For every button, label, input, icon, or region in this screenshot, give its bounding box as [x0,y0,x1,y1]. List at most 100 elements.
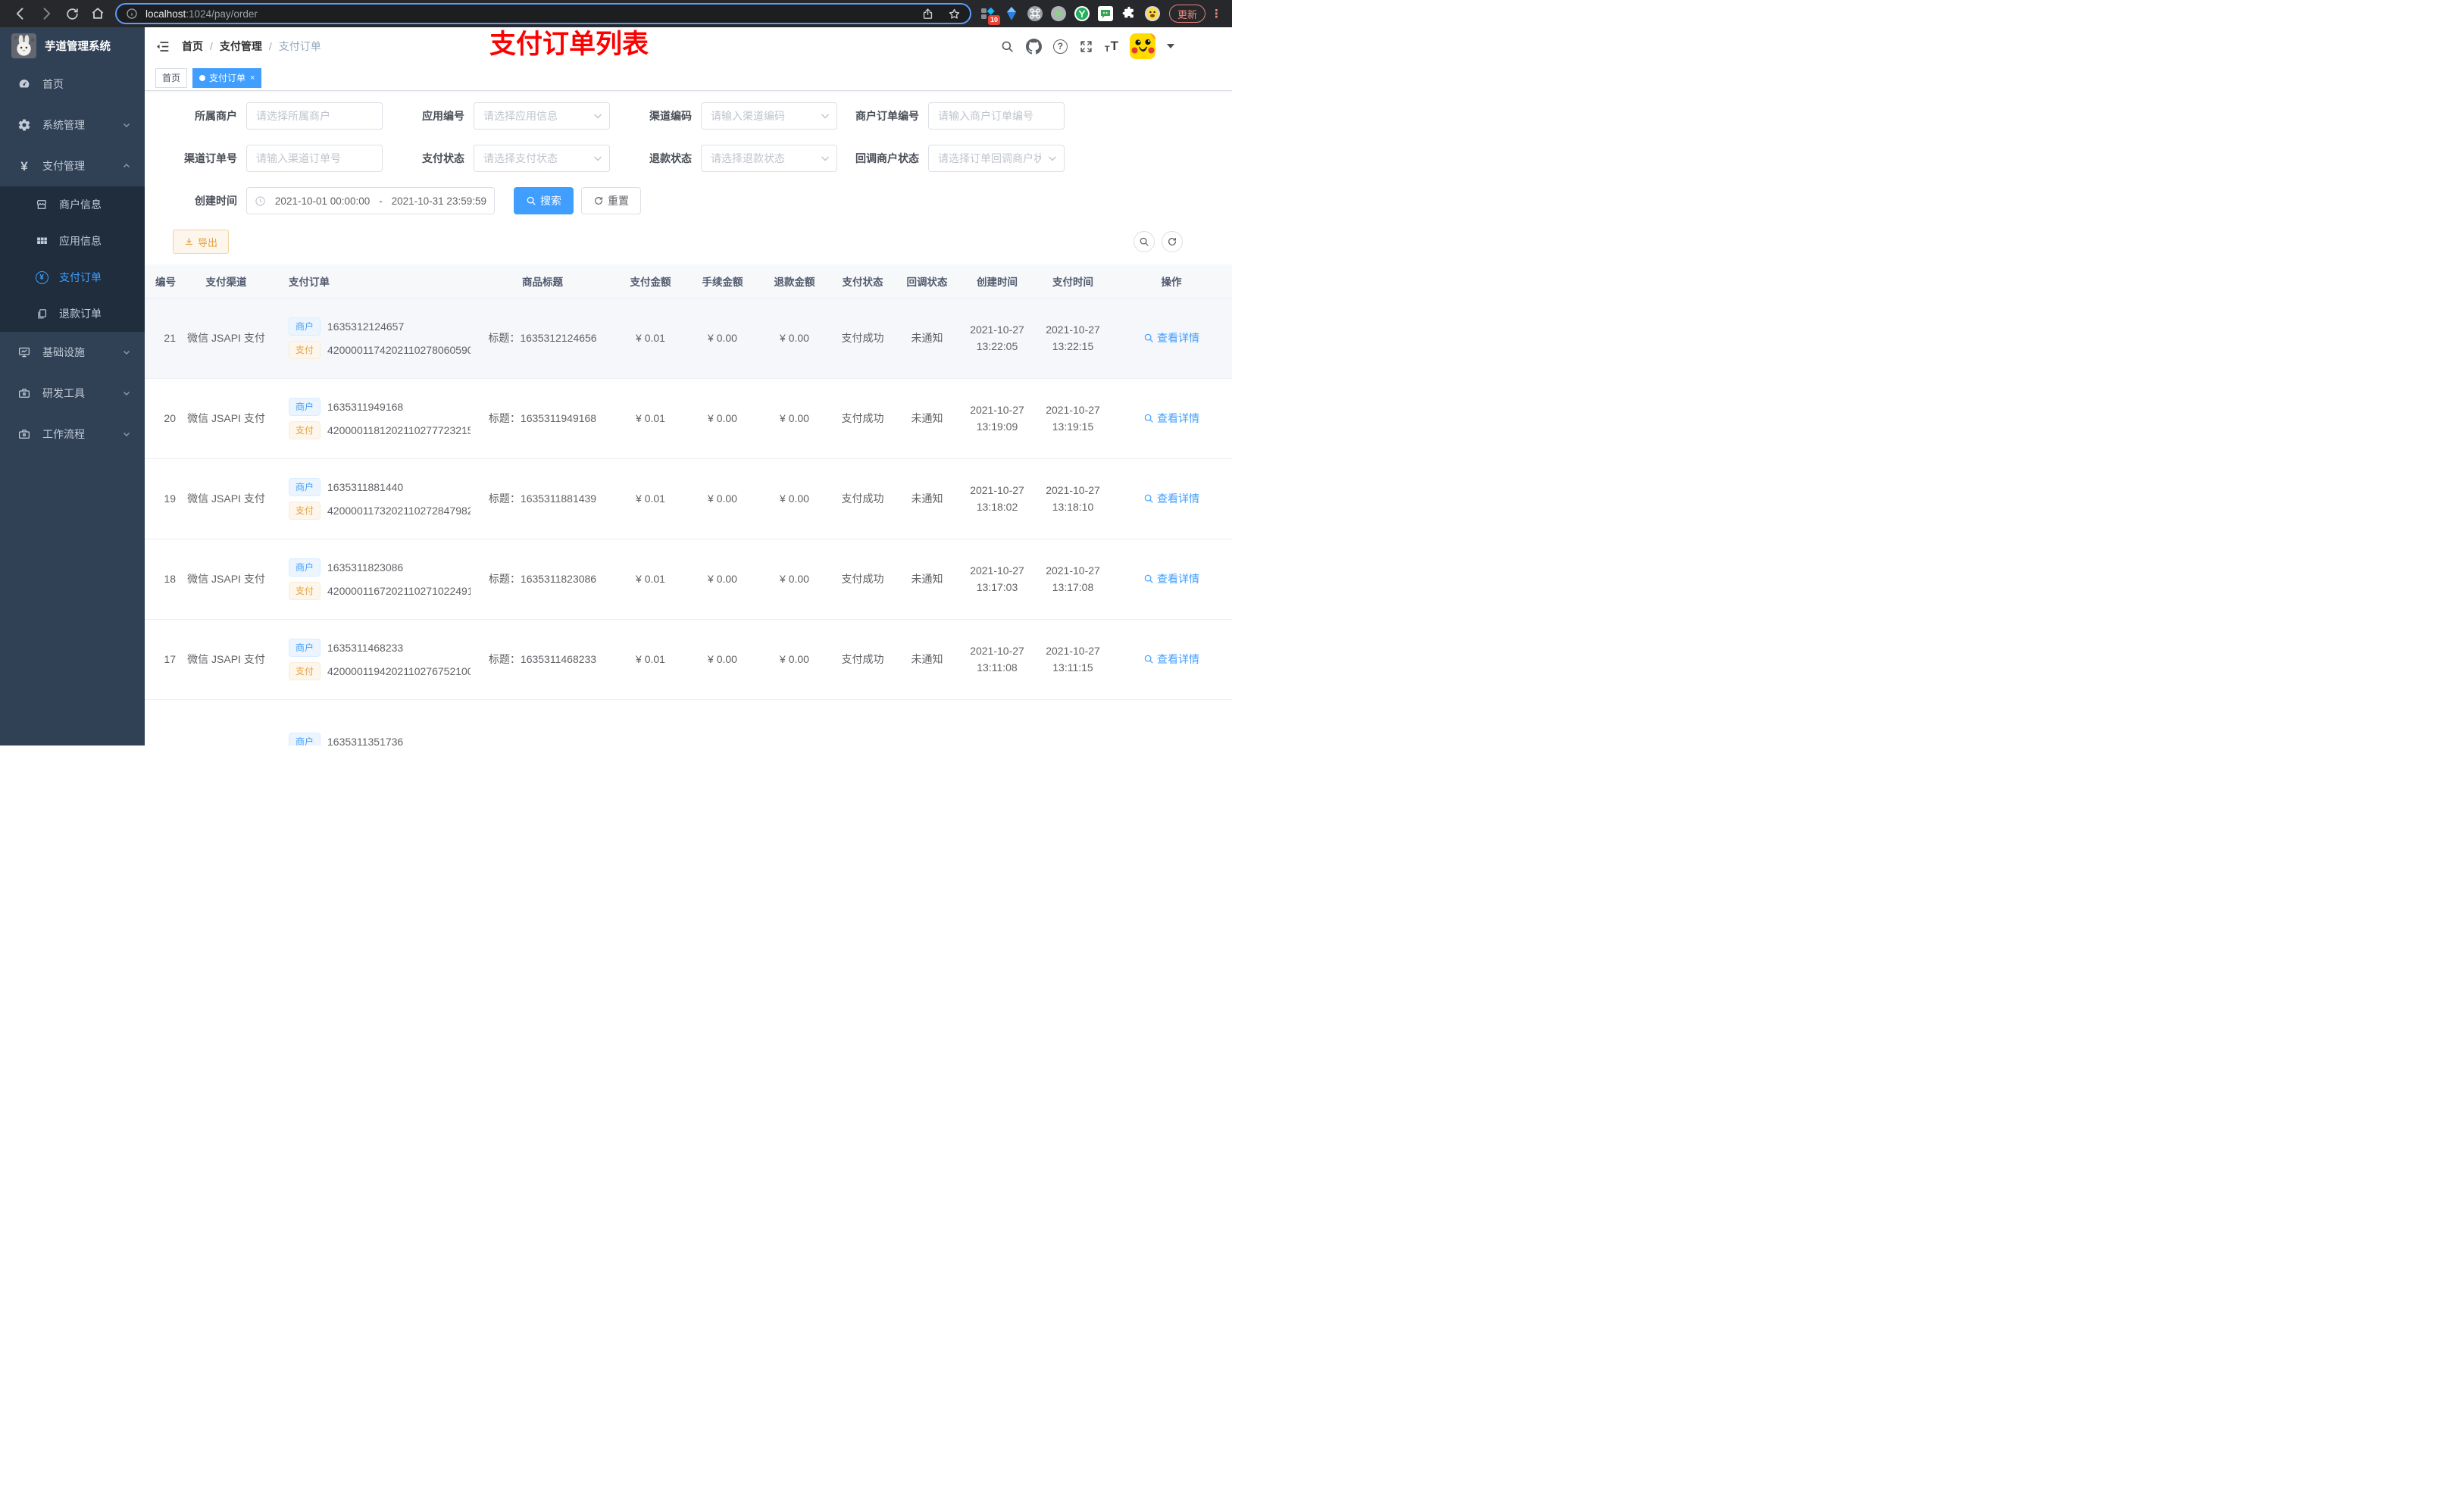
sidebar-item-infrastructure[interactable]: 基础设施 [0,332,145,373]
create-time: 13:22:05 [976,340,1018,352]
breadcrumb: 首页 / 支付管理 / 支付订单 [182,39,321,54]
sidebar-item-workflow[interactable]: 工作流程 [0,414,145,455]
pay-order-cell: 商户 1635312124657 支付 42000011742021102780… [266,298,471,379]
view-detail-link[interactable]: 查看详情 [1143,571,1199,586]
tag-pay-order[interactable]: 支付订单 × [192,67,262,88]
browser-forward-button[interactable] [33,2,59,25]
chevron-down-icon [593,155,602,162]
browser-update-button[interactable]: 更新 [1169,5,1206,23]
avatar-caret-icon[interactable] [1167,44,1174,48]
table-row: 20 微信 JSAPI 支付 商户 1635311949168 支付 42000… [145,378,1232,459]
pay-tag: 支付 [289,420,321,439]
merchant-tag: 商户 [289,397,321,416]
pay-channel: 微信 JSAPI 支付 [186,298,266,379]
refund-status-select[interactable] [701,145,837,172]
sidebar-item-refund-order[interactable]: 退款订单 [0,295,145,332]
create-date: 2021-10-27 [970,484,1024,496]
actions-cell: 查看详情 [1111,458,1232,539]
create-time-cell: 2021-10-27 13:22:05 [959,298,1035,379]
pay-tag: 支付 [289,581,321,600]
yen-circle-icon: ¥ [34,270,49,284]
view-detail-link[interactable]: 查看详情 [1143,491,1199,506]
toolbox-icon [17,386,32,400]
address-bar[interactable]: localhost:1024/pay/order [115,3,971,24]
date-range-picker[interactable]: 2021-10-01 00:00:00 - 2021-10-31 23:59:5… [246,187,495,214]
extension-record-icon[interactable] [1051,6,1066,21]
pay-status-select[interactable] [474,145,610,172]
extension-emoji-icon[interactable] [1145,6,1160,21]
sidebar-item-merchant-info[interactable]: 商户信息 [0,186,145,223]
create-time-cell: 2021-10-27 13:19:09 [959,378,1035,459]
reset-button[interactable]: 重置 [581,187,641,214]
toolbar-refresh-button[interactable] [1162,231,1183,252]
notify-status: 未通知 [895,458,959,539]
view-detail-link[interactable]: 查看详情 [1143,652,1199,667]
share-icon[interactable] [921,8,934,20]
clock-icon [255,195,266,207]
view-detail-link[interactable]: 查看详情 [1143,411,1199,426]
sidebar-item-label: 工作流程 [42,428,85,440]
search-icon[interactable] [1000,39,1015,54]
date-start: 2021-10-01 00:00:00 [274,195,371,207]
pay-status: 支付成功 [830,378,895,459]
sidebar-item-label: 首页 [42,78,64,90]
merchant-filter-input[interactable] [246,102,383,130]
toolbar-search-button[interactable] [1134,231,1155,252]
refund-amount: ¥ 0.00 [758,539,830,620]
order-id: 20 [145,378,186,459]
filter-label: 支付状态 [422,152,464,164]
view-detail-link[interactable]: 查看详情 [1143,330,1199,345]
tag-close-icon[interactable]: × [250,73,255,83]
actions-cell: 查看详情 [1111,619,1232,700]
extension-puzzle-icon[interactable] [1121,6,1137,21]
sidebar-item-dev-tools[interactable]: 研发工具 [0,373,145,414]
extension-command-icon[interactable] [1027,6,1043,21]
breadcrumb-payment[interactable]: 支付管理 [220,39,262,54]
browser-back-button[interactable] [8,2,33,25]
browser-menu-icon[interactable]: ⋮ [1211,7,1222,20]
site-info-icon[interactable] [126,8,138,20]
actions-cell: 查看详情 [1111,378,1232,459]
merchant-order-no: 1635311823086 [327,561,404,574]
sidebar-toggle-icon[interactable] [155,39,170,54]
fullscreen-icon[interactable] [1079,39,1093,54]
browser-reload-button[interactable] [59,2,85,25]
github-icon[interactable] [1025,38,1042,55]
merchant-order-no-input[interactable] [928,102,1065,130]
channel-code-select[interactable] [701,102,837,130]
tag-home[interactable]: 首页 [155,67,188,88]
sidebar-item-payment[interactable]: ¥ 支付管理 [0,145,145,186]
merchant-tag: 商户 [289,638,321,657]
browser-home-button[interactable] [85,2,111,25]
breadcrumb-home[interactable]: 首页 [182,39,203,54]
font-size-icon[interactable] [1105,39,1118,54]
create-date: 2021-10-27 [970,564,1024,577]
sidebar-item-pay-order[interactable]: ¥ 支付订单 [0,259,145,295]
sidebar-item-app-info[interactable]: 应用信息 [0,223,145,259]
sidebar-item-system[interactable]: 系统管理 [0,105,145,145]
monitor-icon [17,345,32,359]
pay-time-cell: 2021-10-27 13:18:10 [1035,458,1111,539]
extension-gem-icon[interactable] [1004,6,1019,21]
user-avatar[interactable] [1130,33,1155,59]
export-button[interactable]: 导出 [173,230,230,254]
filter-label: 应用编号 [422,110,464,122]
sidebar-item-home[interactable]: 首页 [0,64,145,105]
extension-tasks-icon[interactable]: 10 [980,6,1000,25]
tag-label: 支付订单 [209,73,246,83]
pay-date: 2021-10-27 [1046,645,1100,657]
help-icon[interactable] [1052,39,1068,54]
app-id-select[interactable] [474,102,610,130]
channel-order-no-input[interactable] [246,145,383,172]
notify-status-select[interactable] [928,145,1065,172]
pay-amount: ¥ 0.01 [614,539,686,620]
merchant-order-no: 1635311468233 [327,641,404,654]
extension-y-icon[interactable] [1074,6,1090,21]
sidebar-item-label: 应用信息 [59,235,102,247]
search-button[interactable]: 搜索 [514,187,574,214]
table-row: 17 微信 JSAPI 支付 商户 1635311468233 支付 42000… [145,619,1232,700]
order-id: 21 [145,298,186,379]
bookmark-star-icon[interactable] [948,8,961,20]
page-annotation: 支付订单列表 [489,30,649,59]
extension-chat-icon[interactable] [1098,6,1113,21]
